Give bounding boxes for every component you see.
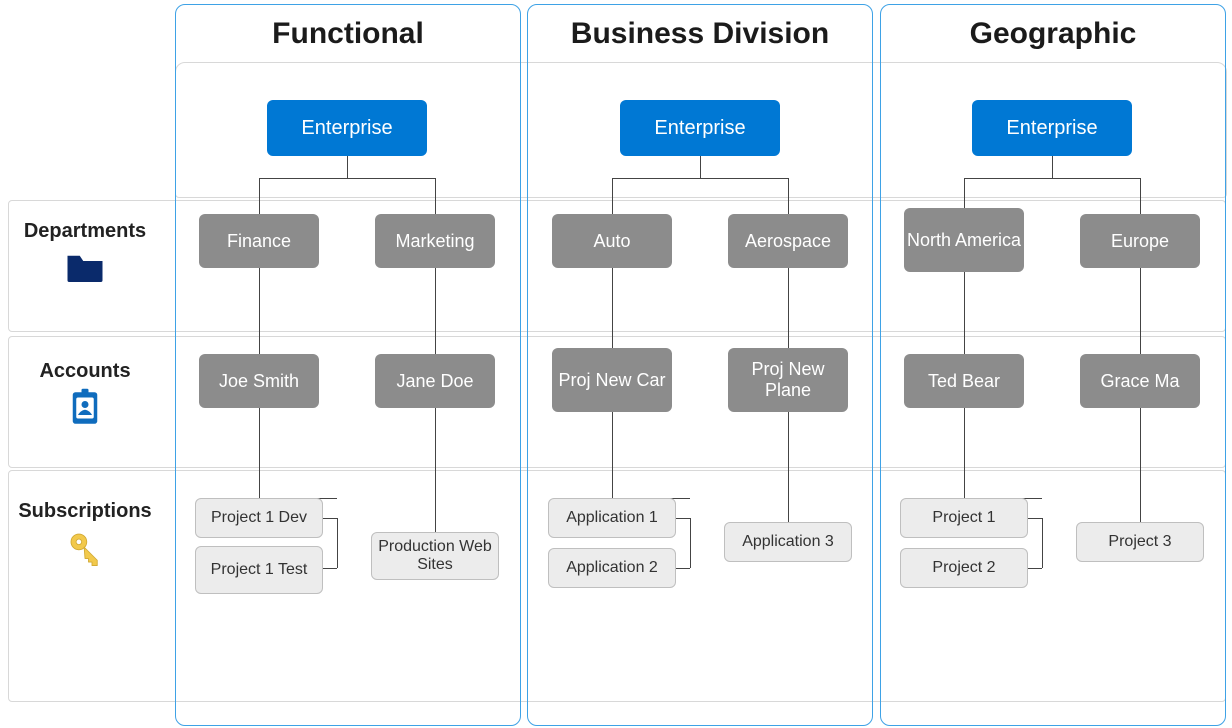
diagram-stage: Departments Accounts Subscriptions Funct… <box>0 0 1232 728</box>
department-node: Marketing <box>375 214 495 268</box>
account-node: Ted Bear <box>904 354 1024 408</box>
subscription-node: Application 3 <box>724 522 852 562</box>
key-icon <box>64 527 106 569</box>
node-label: Aerospace <box>745 231 831 252</box>
node-label: Project 1 Dev <box>211 509 307 527</box>
node-label: Jane Doe <box>396 371 473 392</box>
node-label: Auto <box>593 231 630 252</box>
folder-icon <box>64 247 106 289</box>
column-title: Functional <box>176 17 520 51</box>
node-label: North America <box>907 230 1021 251</box>
account-node: Joe Smith <box>199 354 319 408</box>
enterprise-node: Enterprise <box>267 100 427 156</box>
badge-icon <box>64 387 106 429</box>
account-node: Jane Doe <box>375 354 495 408</box>
subscription-node: Project 1 <box>900 498 1028 538</box>
node-label: Enterprise <box>654 117 745 140</box>
node-label: Proj New Plane <box>728 359 848 400</box>
node-label: Production Web Sites <box>372 538 498 575</box>
node-label: Enterprise <box>301 117 392 140</box>
node-label: Project 1 Test <box>211 561 308 579</box>
node-label: Marketing <box>395 231 474 252</box>
subscription-node: Project 1 Dev <box>195 498 323 538</box>
subscription-node: Project 3 <box>1076 522 1204 562</box>
node-label: Joe Smith <box>219 371 299 392</box>
node-label: Europe <box>1111 231 1169 252</box>
subscription-node: Project 2 <box>900 548 1028 588</box>
node-label: Application 3 <box>742 533 834 551</box>
subscriptions-label: Subscriptions <box>18 500 151 523</box>
column-title: Geographic <box>881 17 1225 51</box>
department-node: Europe <box>1080 214 1200 268</box>
row-label-accounts: Accounts <box>0 360 170 429</box>
subscription-node: Application 1 <box>548 498 676 538</box>
node-label: Application 2 <box>566 559 658 577</box>
node-label: Project 2 <box>932 559 995 577</box>
department-node: Finance <box>199 214 319 268</box>
account-node: Proj New Car <box>552 348 672 412</box>
node-label: Application 1 <box>566 509 658 527</box>
column-title: Business Division <box>528 17 872 51</box>
enterprise-node: Enterprise <box>620 100 780 156</box>
subscription-node: Application 2 <box>548 548 676 588</box>
subscription-node: Project 1 Test <box>195 546 323 594</box>
account-node: Grace Ma <box>1080 354 1200 408</box>
node-label: Ted Bear <box>928 371 1000 392</box>
department-node: Auto <box>552 214 672 268</box>
row-label-subscriptions: Subscriptions <box>0 500 170 569</box>
node-label: Grace Ma <box>1100 371 1179 392</box>
department-node: Aerospace <box>728 214 848 268</box>
node-label: Enterprise <box>1006 117 1097 140</box>
enterprise-node: Enterprise <box>972 100 1132 156</box>
node-label: Proj New Car <box>558 370 665 391</box>
accounts-label: Accounts <box>39 360 130 383</box>
node-label: Project 3 <box>1108 533 1171 551</box>
node-label: Project 1 <box>932 509 995 527</box>
department-node: North America <box>904 208 1024 272</box>
account-node: Proj New Plane <box>728 348 848 412</box>
row-label-departments: Departments <box>0 220 170 289</box>
subscription-node: Production Web Sites <box>371 532 499 580</box>
node-label: Finance <box>227 231 291 252</box>
departments-label: Departments <box>24 220 146 243</box>
